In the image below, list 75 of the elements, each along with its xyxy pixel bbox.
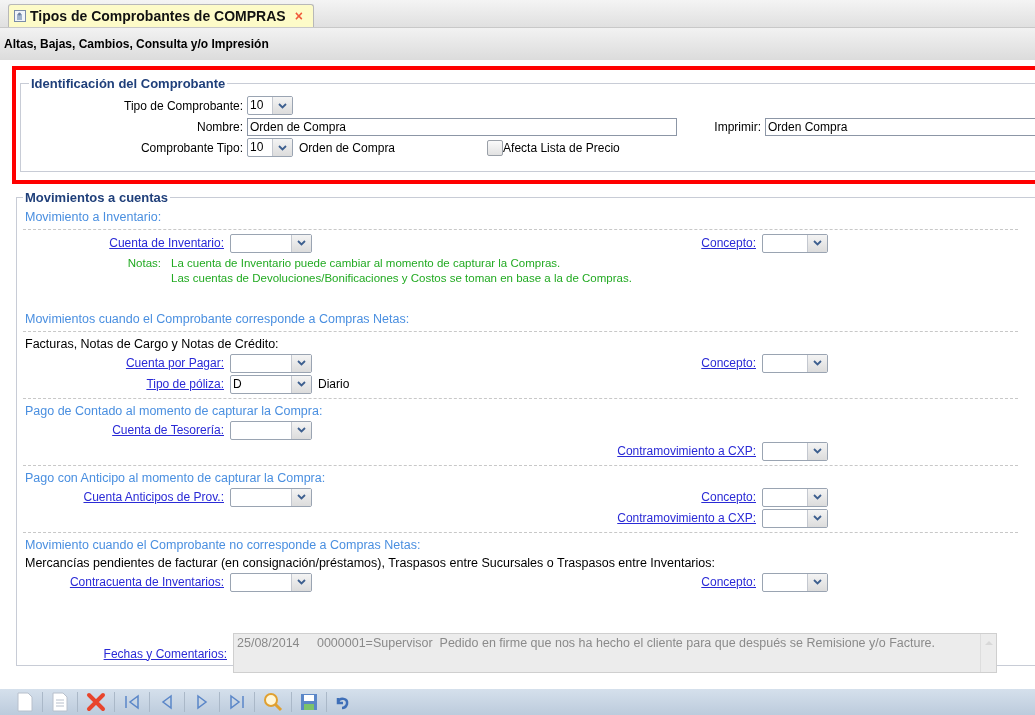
caret-icon: [297, 381, 306, 387]
dropdown-field[interactable]: [230, 572, 312, 592]
link[interactable]: Cuenta por Pagar:: [125, 354, 224, 372]
dropdown-field[interactable]: [762, 233, 828, 253]
section-legend: Movimientos a cuentas: [23, 188, 171, 208]
caret-icon: [297, 240, 306, 246]
print-name-field[interactable]: Orden Compra: [765, 117, 1035, 136]
previous-icon[interactable]: [160, 693, 174, 711]
section-text: Mercancías pendientes de facturar (en consignación/préstamos), Traspasos entre Sucursales o Traspasos entre Inventarios:: [24, 554, 716, 572]
caret-icon: [297, 494, 306, 500]
section-heading: Movimiento cuando el Comprobante no corresponde a Compras Netas:: [24, 536, 422, 554]
field-label: Nombre:: [196, 118, 244, 136]
section-legend: Identificación del Comprobante: [29, 74, 228, 94]
caret-icon: [278, 144, 287, 151]
link[interactable]: Concepto:: [701, 354, 756, 372]
field-description: Orden de Compra: [299, 139, 396, 157]
new-document-icon[interactable]: [16, 692, 34, 712]
field-description: Diario: [318, 376, 350, 393]
caret-icon: [297, 579, 306, 585]
caret-icon: [297, 360, 306, 366]
checkbox-label: Afecta Lista de Precio: [503, 139, 620, 157]
dropdown-field[interactable]: [762, 487, 828, 507]
section-heading: Pago con Anticipo al momento de capturar la Compra:: [24, 469, 327, 487]
section-heading: Movimientos cuando el Comprobante corresponde a Compras Netas:: [24, 310, 411, 328]
caret-icon: [813, 448, 822, 454]
dropdown-field[interactable]: [762, 353, 828, 373]
dropdown-field[interactable]: 10: [247, 96, 293, 115]
section-heading: Movimiento a Inventario:: [24, 208, 163, 226]
link[interactable]: Concepto:: [701, 488, 756, 506]
link[interactable]: Cuenta de Inventario:: [109, 234, 224, 252]
document-icon: [13, 9, 27, 23]
tab-title: Tipos de Comprobantes de COMPRAS: [30, 6, 286, 26]
tab[interactable]: Tipos de Comprobantes de COMPRAS ×: [8, 4, 314, 27]
document-icon[interactable]: [51, 692, 69, 712]
field-label: Tipo de Comprobante:: [123, 97, 244, 115]
dropdown-field[interactable]: [762, 441, 828, 461]
delete-icon[interactable]: [86, 692, 106, 712]
note-line: La cuenta de Inventario puede cambiar al momento de capturar la Compras.: [171, 255, 562, 271]
link[interactable]: Contramovimiento a CXP:: [617, 442, 756, 460]
link[interactable]: Cuenta Anticipos de Prov.:: [83, 488, 224, 506]
caret-icon: [813, 515, 822, 521]
section-heading: Pago de Contado al momento de capturar la Compra:: [24, 402, 324, 420]
link[interactable]: Cuenta de Tesorería:: [112, 421, 224, 439]
notes-label: Notas:: [126, 255, 162, 271]
link[interactable]: Concepto:: [701, 573, 756, 591]
search-icon[interactable]: [263, 692, 283, 712]
caret-icon: [813, 494, 822, 500]
subtitle: Altas, Bajas, Cambios, Consulta y/o Impresión: [4, 36, 269, 53]
field-label: Comprobante Tipo:: [139, 139, 244, 157]
dropdown-field[interactable]: 10: [247, 138, 293, 157]
dropdown-field[interactable]: [230, 487, 312, 507]
next-icon[interactable]: [195, 693, 209, 711]
dropdown-field[interactable]: D: [230, 374, 312, 394]
save-icon[interactable]: [300, 693, 318, 711]
caret-icon: [813, 579, 822, 585]
last-icon[interactable]: [229, 693, 245, 711]
link[interactable]: Concepto:: [701, 234, 756, 252]
first-icon[interactable]: [124, 693, 140, 711]
dropdown-field[interactable]: [230, 353, 312, 373]
link[interactable]: Contramovimiento a CXP:: [617, 509, 756, 527]
field-label: Imprimir:: [713, 118, 762, 136]
caret-icon: [813, 240, 822, 246]
note-line: Las cuentas de Devoluciones/Bonificaciones y Costos se toman en base a la de Compras.: [171, 270, 632, 286]
name-field[interactable]: Orden de Compra: [247, 117, 677, 136]
dropdown-field[interactable]: [230, 420, 312, 440]
section-text: Facturas, Notas de Cargo y Notas de Crédito:: [24, 335, 280, 353]
caret-icon: [297, 427, 306, 433]
link[interactable]: Tipo de póliza:: [146, 375, 224, 393]
checkbox[interactable]: [487, 139, 504, 156]
link[interactable]: Contracuenta de Inventarios:: [69, 573, 224, 591]
caret-icon: [813, 360, 822, 366]
dropdown-field[interactable]: [230, 233, 312, 253]
dropdown-field[interactable]: [762, 508, 828, 528]
dropdown-field[interactable]: [762, 572, 828, 592]
caret-icon: [278, 102, 287, 109]
